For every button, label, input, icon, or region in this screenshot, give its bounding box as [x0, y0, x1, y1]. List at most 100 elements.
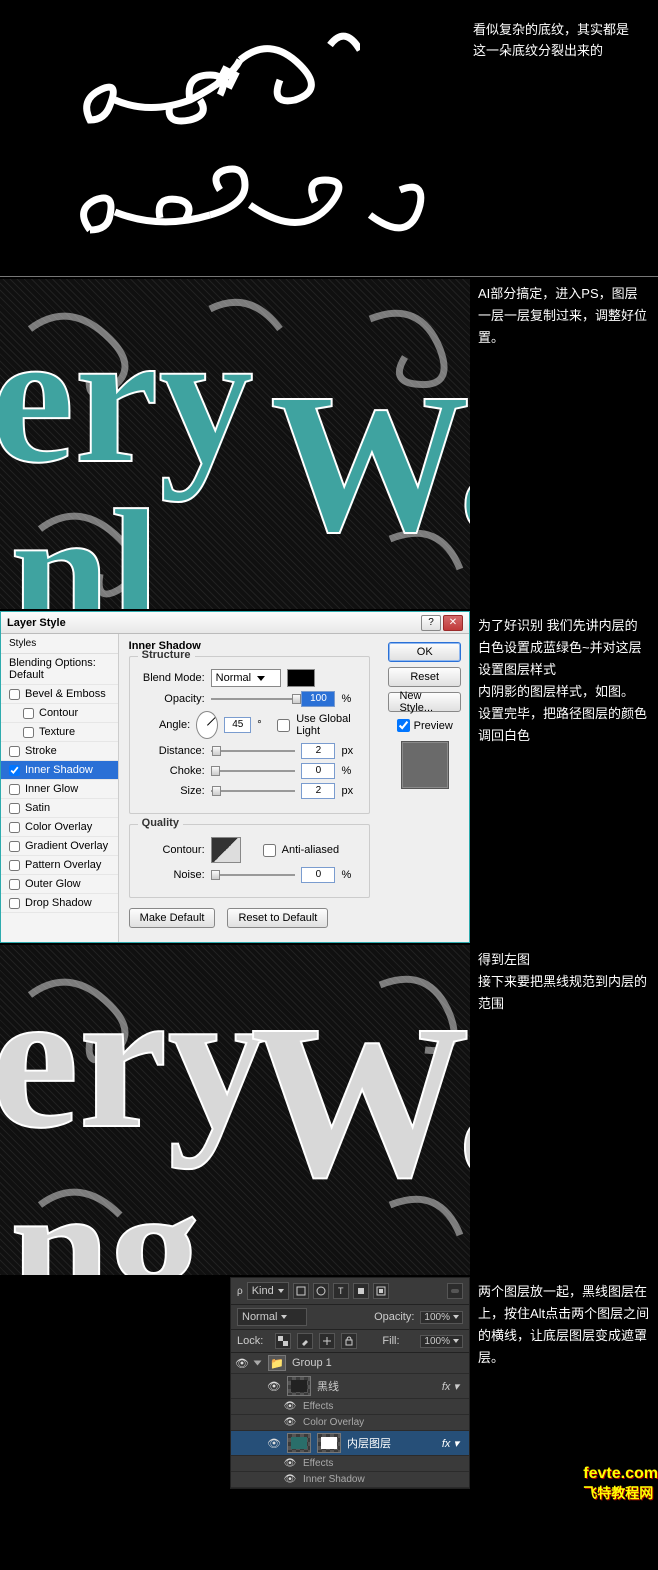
lock-paint-icon[interactable] — [297, 1333, 313, 1349]
fill-label: Fill: — [382, 1335, 414, 1347]
distance-slider[interactable] — [211, 744, 296, 758]
style-item-drop-shadow[interactable]: Drop Shadow — [1, 894, 118, 913]
texture-checkbox[interactable] — [23, 727, 34, 738]
inner-glow-checkbox[interactable] — [9, 784, 20, 795]
choke-value[interactable]: 0 — [301, 763, 335, 779]
stroke-checkbox[interactable] — [9, 746, 20, 757]
visibility-icon[interactable]: 👁 — [283, 1417, 297, 1428]
style-item-outer-glow[interactable]: Outer Glow — [1, 875, 118, 894]
fx-effects-row-2[interactable]: 👁 Effects — [231, 1456, 469, 1472]
inner-shadow-checkbox[interactable] — [9, 765, 20, 776]
filter-pixel-icon[interactable] — [293, 1283, 309, 1299]
disclosure-icon[interactable] — [254, 1361, 262, 1366]
antialiased-checkbox[interactable] — [263, 844, 276, 857]
choke-slider[interactable] — [211, 764, 296, 778]
layer-blackline[interactable]: 👁 黑线 fx ▾ — [231, 1374, 469, 1399]
reset-button[interactable]: Reset — [388, 667, 461, 687]
size-value[interactable]: 2 — [301, 783, 335, 799]
filter-smart-icon[interactable] — [373, 1283, 389, 1299]
noise-value[interactable]: 0 — [301, 867, 335, 883]
noise-slider[interactable] — [211, 868, 296, 882]
filter-toggle-icon[interactable] — [447, 1283, 463, 1299]
style-item-texture[interactable]: Texture — [1, 723, 118, 742]
shadow-color-swatch[interactable] — [287, 669, 315, 687]
preview-checkbox[interactable] — [397, 719, 410, 732]
style-item-color-overlay[interactable]: Color Overlay — [1, 818, 118, 837]
layer-name: 内层图层 — [347, 1435, 391, 1451]
global-light-checkbox[interactable] — [277, 719, 290, 732]
style-item-pattern-overlay[interactable]: Pattern Overlay — [1, 856, 118, 875]
preview-toggle[interactable]: Preview — [388, 717, 461, 732]
divider — [0, 276, 658, 277]
make-default-button[interactable]: Make Default — [129, 908, 216, 928]
size-label: Size: — [140, 785, 205, 797]
section4-caption: 两个图层放一起，黑线图层在上，按住Alt点击两个图层之间的横线，让底层图层变成遮… — [470, 1277, 658, 1489]
opacity-slider[interactable] — [211, 692, 296, 706]
styles-sidebar: Styles Blending Options: Default Bevel &… — [1, 634, 119, 942]
lock-all-icon[interactable] — [341, 1333, 357, 1349]
filter-type-icon[interactable]: T — [333, 1283, 349, 1299]
ok-button[interactable]: OK — [388, 642, 461, 662]
visibility-icon[interactable]: 👁 — [267, 1437, 281, 1450]
style-item-gradient-overlay[interactable]: Gradient Overlay — [1, 837, 118, 856]
style-item-satin[interactable]: Satin — [1, 799, 118, 818]
opacity-value[interactable]: 100% — [420, 1311, 463, 1324]
blend-mode-select[interactable]: Normal — [237, 1308, 307, 1326]
lock-transparency-icon[interactable] — [275, 1333, 291, 1349]
section1-caption: AI部分搞定，进入PS，图层一层一层复制过来，调整好位置。 — [470, 279, 658, 609]
contour-checkbox[interactable] — [23, 708, 34, 719]
lock-position-icon[interactable] — [319, 1333, 335, 1349]
drop-shadow-checkbox[interactable] — [9, 898, 20, 909]
fx-badge[interactable]: fx ▾ — [442, 1380, 465, 1393]
layer-inner[interactable]: 👁 内层图层 fx ▾ — [231, 1431, 469, 1456]
style-item-inner-glow[interactable]: Inner Glow — [1, 780, 118, 799]
distance-value[interactable]: 2 — [301, 743, 335, 759]
kind-filter[interactable]: Kind — [247, 1282, 289, 1300]
contour-picker[interactable] — [211, 837, 241, 863]
visibility-icon[interactable]: 👁 — [283, 1401, 297, 1412]
fill-value[interactable]: 100% — [420, 1335, 463, 1348]
help-button[interactable]: ? — [421, 615, 441, 631]
visibility-icon[interactable]: 👁 — [283, 1458, 297, 1469]
angle-value[interactable]: 45 — [224, 717, 251, 733]
style-item-bevel[interactable]: Bevel & Emboss — [1, 685, 118, 704]
reset-to-default-button[interactable]: Reset to Default — [227, 908, 328, 928]
layer-thumb — [287, 1376, 311, 1396]
filter-adjust-icon[interactable] — [313, 1283, 329, 1299]
blend-mode-select[interactable]: Normal — [211, 669, 281, 687]
close-button[interactable]: ✕ — [443, 615, 463, 631]
fx-inner-shadow-row[interactable]: 👁 Inner Shadow — [231, 1472, 469, 1488]
angle-dial[interactable] — [196, 711, 218, 739]
size-slider[interactable] — [211, 784, 296, 798]
dialog-titlebar[interactable]: Layer Style ? ✕ — [1, 612, 469, 634]
dialog-title: Layer Style — [7, 617, 419, 629]
style-item-inner-shadow[interactable]: Inner Shadow — [1, 761, 118, 780]
quality-group: Quality Contour: Anti-aliased Noise: 0 — [129, 824, 371, 898]
layers-panel: ρ Kind T Normal Opacity: 100% Lock: — [230, 1277, 470, 1489]
style-item-contour[interactable]: Contour — [1, 704, 118, 723]
visibility-icon[interactable]: 👁 — [283, 1474, 297, 1485]
style-item-blending[interactable]: Blending Options: Default — [1, 654, 118, 685]
distance-label: Distance: — [140, 745, 205, 757]
opacity-value[interactable]: 100 — [301, 691, 335, 707]
angle-label: Angle: — [140, 719, 191, 731]
layer-group[interactable]: 👁 📁 Group 1 — [231, 1353, 469, 1374]
satin-checkbox[interactable] — [9, 803, 20, 814]
bevel-checkbox[interactable] — [9, 689, 20, 700]
global-light-label: Use Global Light — [296, 713, 359, 737]
sidebar-title: Styles — [1, 634, 118, 654]
visibility-icon[interactable]: 👁 — [235, 1357, 249, 1370]
fx-effects-row[interactable]: 👁 Effects — [231, 1399, 469, 1415]
visibility-icon[interactable]: 👁 — [267, 1380, 281, 1393]
fx-color-overlay-row[interactable]: 👁 Color Overlay — [231, 1415, 469, 1431]
color-overlay-checkbox[interactable] — [9, 822, 20, 833]
new-style-button[interactable]: New Style... — [388, 692, 461, 712]
style-item-stroke[interactable]: Stroke — [1, 742, 118, 761]
gradient-overlay-checkbox[interactable] — [9, 841, 20, 852]
outer-glow-checkbox[interactable] — [9, 879, 20, 890]
ornament-sample-graphic — [70, 20, 458, 260]
filter-shape-icon[interactable] — [353, 1283, 369, 1299]
folder-icon: 📁 — [268, 1355, 286, 1371]
fx-badge[interactable]: fx ▾ — [442, 1437, 465, 1450]
pattern-overlay-checkbox[interactable] — [9, 860, 20, 871]
